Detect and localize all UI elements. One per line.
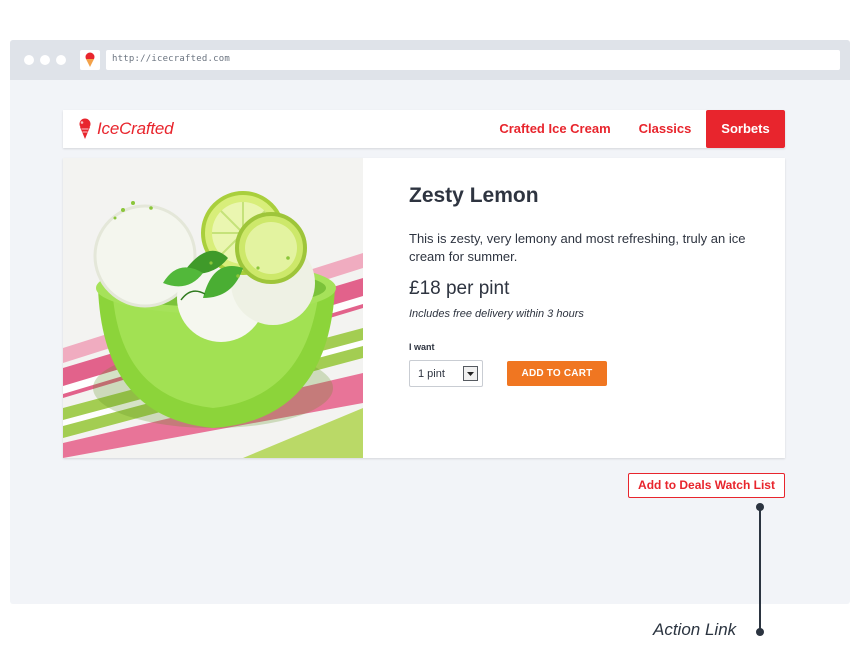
product-price: £18 per pint: [409, 278, 510, 299]
deals-watch-list-link[interactable]: Add to Deals Watch List: [628, 473, 785, 498]
browser-toolbar: http://icecrafted.com: [10, 40, 850, 80]
product-photo: [63, 158, 363, 458]
product-card: Zesty Lemon This is zesty, very lemony a…: [63, 158, 785, 458]
url-text: http://icecrafted.com: [112, 54, 230, 64]
product-name: Zesty Lemon: [409, 184, 539, 207]
quantity-value: 1 pint: [418, 368, 445, 380]
product-description: This is zesty, very lemony and most refr…: [409, 231, 746, 264]
callout-dot: [756, 628, 764, 636]
window-dot-icon[interactable]: [24, 55, 34, 65]
delivery-note: Includes free delivery within 3 hours: [409, 308, 584, 320]
nav-link-crafted-ice-cream[interactable]: Crafted Ice Cream: [493, 110, 617, 148]
nav-link-sorbets[interactable]: Sorbets: [706, 110, 785, 148]
callout-label: Action Link: [653, 620, 737, 639]
address-bar[interactable]: http://icecrafted.com: [106, 50, 840, 70]
ice-cream-cone-icon: [77, 118, 93, 145]
quantity-select[interactable]: 1 pint: [409, 360, 483, 387]
callout-connector: [759, 507, 761, 632]
add-to-cart-button[interactable]: ADD TO CART: [507, 361, 607, 386]
callout-dot: [756, 503, 764, 511]
quantity-label: I want: [409, 342, 435, 352]
site-header: IceCrafted Crafted Ice Cream Classics So…: [63, 110, 785, 148]
favicon-icon: [80, 50, 100, 70]
chevron-down-icon[interactable]: [463, 366, 478, 381]
window-dot-icon[interactable]: [56, 55, 66, 65]
nav-link-classics[interactable]: Classics: [629, 110, 701, 148]
browser-window: http://icecrafted.com IceCrafted Crafted…: [10, 40, 850, 604]
logo-text: IceCrafted: [97, 119, 174, 138]
window-dot-icon[interactable]: [40, 55, 50, 65]
